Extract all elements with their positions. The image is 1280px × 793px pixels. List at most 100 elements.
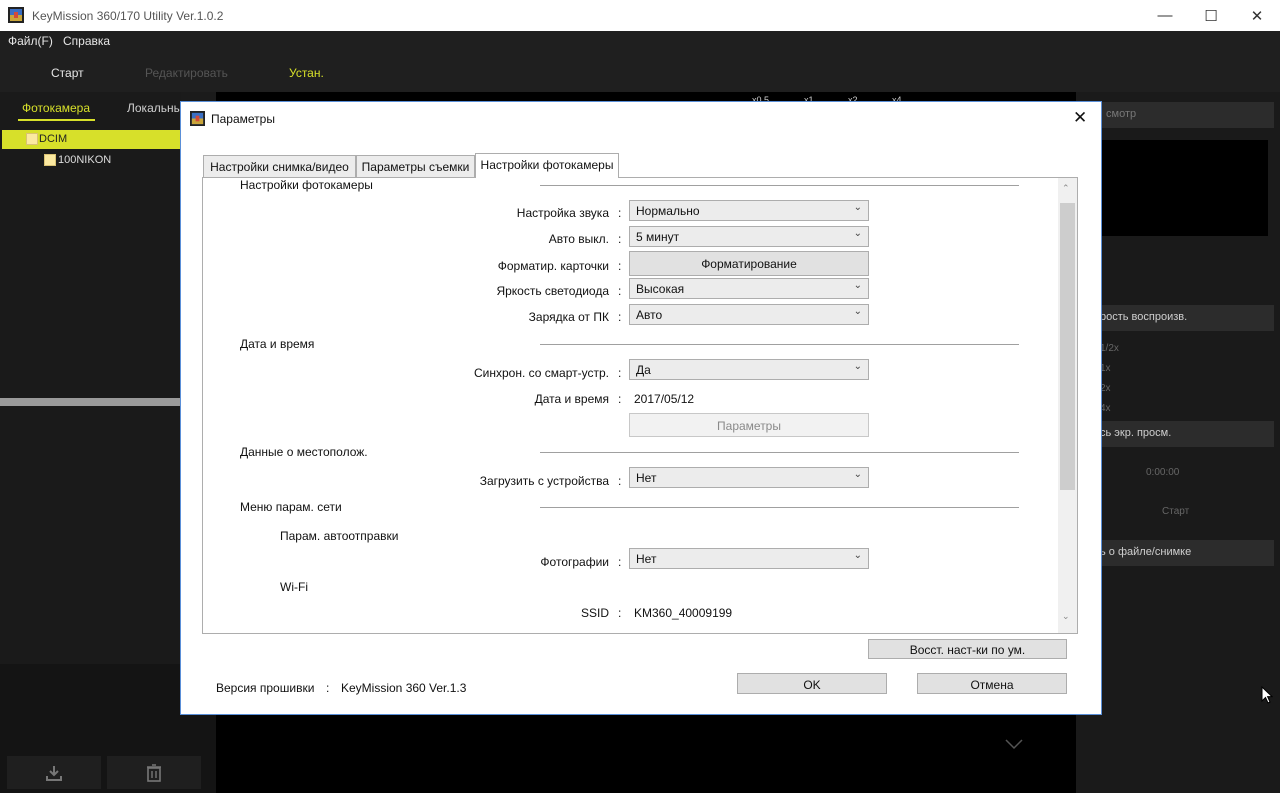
photos-label: Фотографии xyxy=(540,555,609,569)
delete-button[interactable] xyxy=(107,756,201,789)
dialog-title: Параметры xyxy=(211,112,275,126)
toolbar-setup[interactable]: Устан. xyxy=(289,66,324,80)
download-button[interactable] xyxy=(7,756,101,789)
tree-item-100nikon[interactable]: 100NIKON xyxy=(40,151,181,170)
tree-label-dcim: DCIM xyxy=(39,133,68,145)
close-icon[interactable]: ✕ xyxy=(1073,108,1087,128)
chevron-down-icon: ⌄ xyxy=(853,202,862,213)
cancel-button[interactable]: Отмена xyxy=(917,673,1067,694)
tab-camera-settings[interactable]: Настройки фотокамеры xyxy=(475,153,619,178)
colon: : xyxy=(618,366,622,380)
photos-select[interactable]: Нет ⌄ xyxy=(629,548,869,569)
colon: : xyxy=(618,232,622,246)
tree-item-dcim[interactable]: DCIM xyxy=(2,130,181,149)
view-header: смотр xyxy=(1076,102,1274,128)
colon: : xyxy=(618,310,622,324)
minimize-icon[interactable]: — xyxy=(1142,0,1188,31)
app-title: KeyMission 360/170 Utility Ver.1.0.2 xyxy=(32,9,224,23)
scrollbar-thumb[interactable] xyxy=(1060,203,1075,490)
toolbar-edit[interactable]: Редактировать xyxy=(145,66,228,80)
download-label: Загрузить с устройства xyxy=(479,474,609,488)
thumbnail-view xyxy=(1100,140,1268,236)
main-toolbar: Старт Редактировать Устан. xyxy=(0,52,1280,92)
file-info-header: ь о файле/снимке xyxy=(1076,540,1274,566)
colon: : xyxy=(618,392,622,406)
folder-icon xyxy=(44,154,56,166)
colon: : xyxy=(618,606,622,620)
scroll-down-icon[interactable]: ⌄ xyxy=(1062,611,1070,622)
toolbar-start[interactable]: Старт xyxy=(51,66,84,80)
ssid-value: KM360_40009199 xyxy=(634,606,733,620)
format-button[interactable]: Форматирование xyxy=(629,251,869,276)
pc-charge-label: Зарядка от ПК xyxy=(528,310,609,324)
colon: : xyxy=(326,681,330,695)
section-location: Данные о местополож. xyxy=(240,445,368,459)
playback-speed-header: рость воспроизв. xyxy=(1076,305,1274,331)
close-icon[interactable]: ✕ xyxy=(1234,0,1280,31)
format-label: Форматир. карточки xyxy=(497,259,609,273)
colon: : xyxy=(618,474,622,488)
chevron-down-icon: ⌄ xyxy=(853,306,862,317)
chevron-down-icon: ⌄ xyxy=(853,469,862,480)
colon: : xyxy=(618,555,622,569)
reset-defaults-button[interactable]: Восст. наст-ки по ум. xyxy=(868,639,1067,659)
tab-camera[interactable]: Фотокамера xyxy=(22,101,90,115)
menu-file[interactable]: Файл(F) xyxy=(8,34,53,48)
dialog-app-icon xyxy=(190,111,205,126)
sync-select[interactable]: Да ⌄ xyxy=(629,359,869,380)
date-params-button[interactable]: Параметры xyxy=(629,413,869,437)
auto-off-select[interactable]: 5 минут ⌄ xyxy=(629,226,869,247)
app-icon xyxy=(8,7,24,23)
folder-icon xyxy=(26,133,38,145)
pc-charge-select[interactable]: Авто ⌄ xyxy=(629,304,869,325)
download-icon xyxy=(46,765,62,781)
record-time: 0:00:00 xyxy=(1146,467,1180,478)
section-divider xyxy=(540,452,1019,453)
section-camera: Настройки фотокамеры xyxy=(240,178,373,192)
sync-label: Синхрон. со смарт-устр. xyxy=(474,366,609,380)
sound-label: Настройка звука xyxy=(516,206,609,220)
chevron-down-icon: ⌄ xyxy=(853,361,862,372)
scroll-up-icon[interactable]: ⌃ xyxy=(1062,183,1070,194)
led-select[interactable]: Высокая ⌄ xyxy=(629,278,869,299)
mouse-cursor-icon xyxy=(1261,686,1273,704)
section-divider xyxy=(540,507,1019,508)
tree-label-100nikon: 100NIKON xyxy=(58,154,112,166)
maximize-icon[interactable]: ☐ xyxy=(1188,0,1234,31)
ssid-label: SSID xyxy=(580,606,609,620)
download-select[interactable]: Нет ⌄ xyxy=(629,467,869,488)
firmware-label: Версия прошивки xyxy=(216,681,315,695)
menu-help[interactable]: Справка xyxy=(63,34,110,48)
vertical-scrollbar[interactable]: ⌃ ⌄ xyxy=(1058,178,1077,633)
speed-option[interactable]: 1/2x xyxy=(1100,343,1119,354)
tab-photo-video-settings[interactable]: Настройки снимка/видео xyxy=(203,155,356,177)
section-divider xyxy=(540,344,1019,345)
date-label: Дата и время xyxy=(534,392,609,406)
screen-record-header: сь экр. просм. xyxy=(1076,421,1274,447)
panel-splitter[interactable] xyxy=(0,398,181,406)
auto-off-label: Авто выкл. xyxy=(548,232,609,246)
section-wifi: Wi-Fi xyxy=(280,580,308,594)
chevron-down-icon: ⌄ xyxy=(853,228,862,239)
record-start-button[interactable]: Старт xyxy=(1162,506,1189,517)
sound-select[interactable]: Нормально ⌄ xyxy=(629,200,869,221)
led-label: Яркость светодиода xyxy=(496,284,609,298)
section-auto-send: Парам. автоотправки xyxy=(280,529,399,543)
colon: : xyxy=(618,206,622,220)
firmware-value: KeyMission 360 Ver.1.3 xyxy=(341,681,467,695)
trash-icon xyxy=(147,763,161,782)
date-value: 2017/05/12 xyxy=(634,392,695,406)
section-datetime: Дата и время xyxy=(240,337,315,351)
tab-shooting-params[interactable]: Параметры съемки xyxy=(356,155,475,177)
colon: : xyxy=(618,284,622,298)
settings-dialog: Параметры ✕ Настройки снимка/видео Парам… xyxy=(180,101,1102,715)
ok-button[interactable]: OK xyxy=(737,673,887,694)
section-network: Меню парам. сети xyxy=(240,500,342,514)
tab-local[interactable]: Локальны xyxy=(127,101,182,115)
chevron-down-icon: ⌄ xyxy=(853,550,862,561)
tab-underline xyxy=(18,119,95,121)
section-divider xyxy=(540,185,1019,186)
tab-pane: Настройки фотокамеры Настройка звука : Н… xyxy=(202,177,1078,634)
chevron-down-icon[interactable] xyxy=(1004,738,1024,750)
colon: : xyxy=(618,259,622,273)
